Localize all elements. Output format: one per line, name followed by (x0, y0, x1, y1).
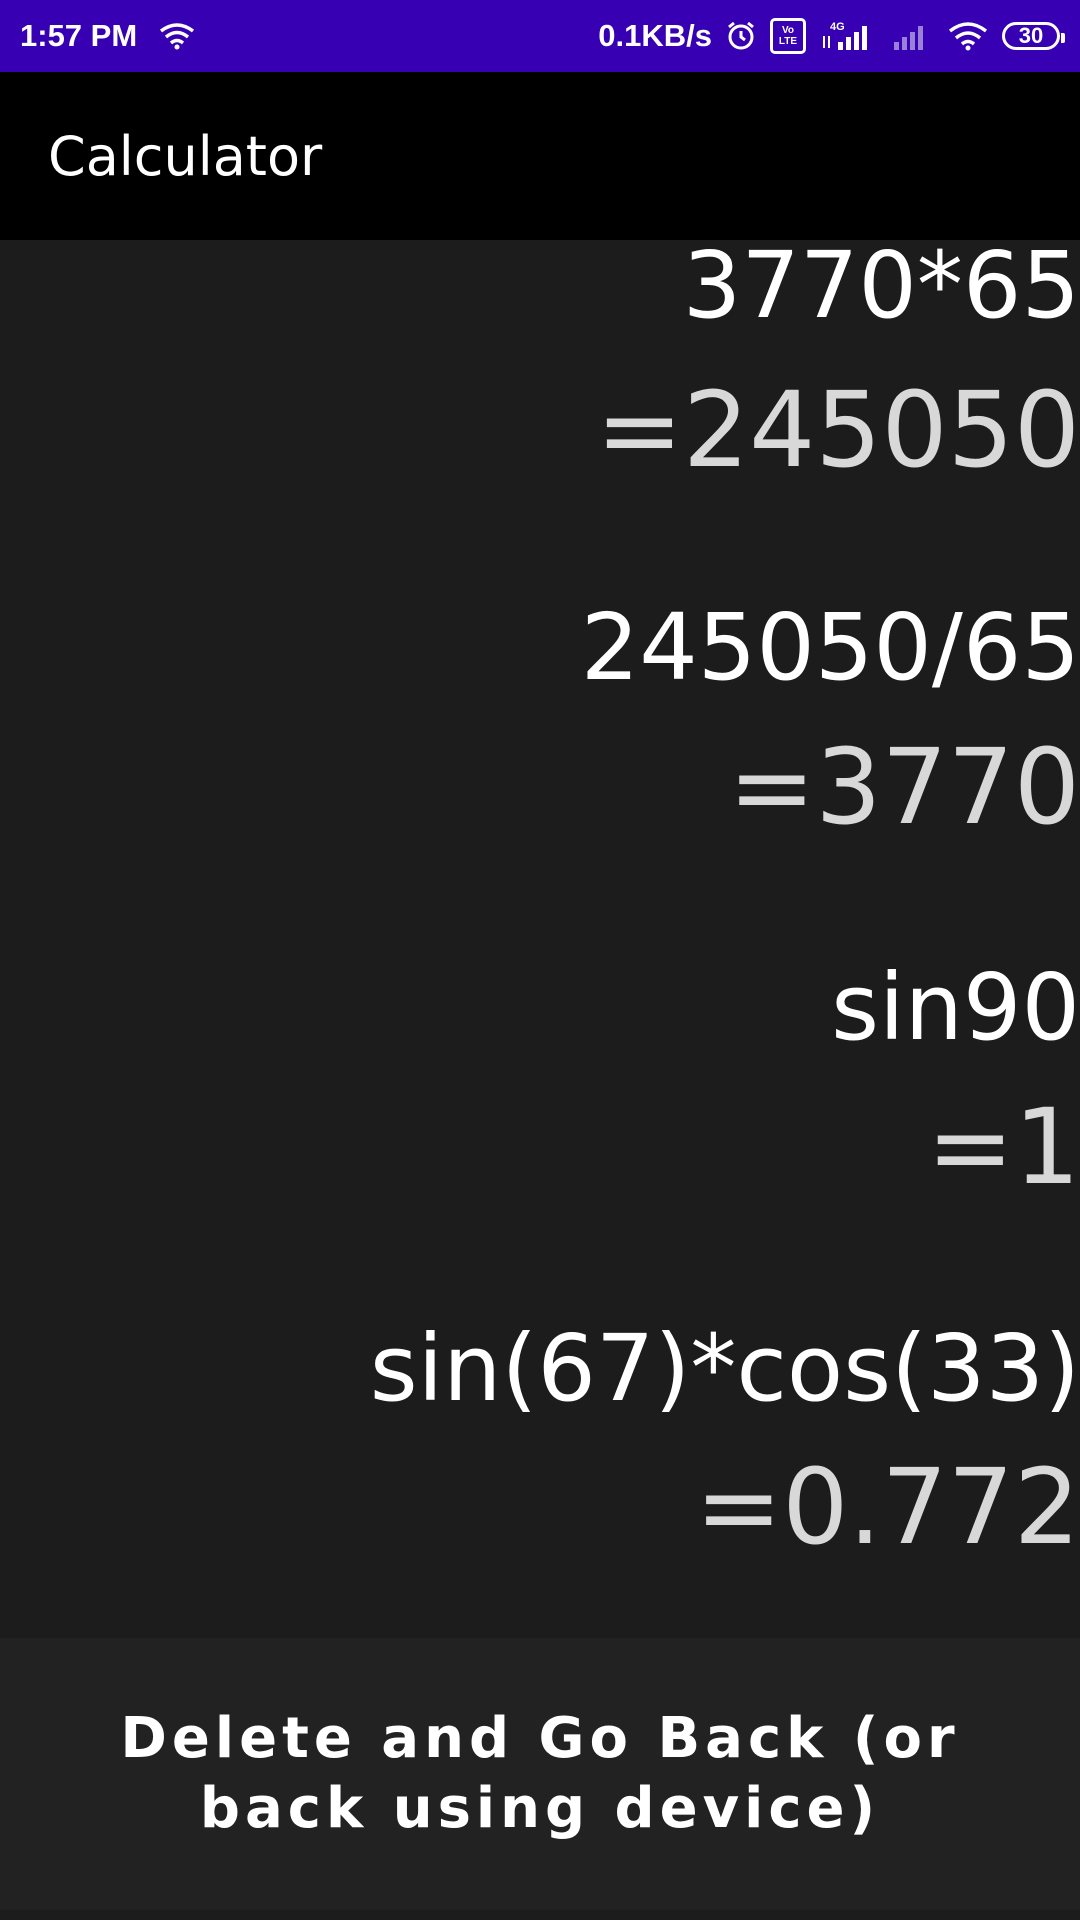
history-expression: 245050/65 (580, 594, 1080, 701)
svg-text:4G: 4G (830, 21, 845, 33)
signal-icon: 4G (820, 20, 876, 52)
net-speed: 0.1KB/s (598, 18, 712, 53)
calculation-history: 3770*65 =245050 245050/65 =3770 sin90 =1… (0, 240, 1080, 1635)
volte-icon: Vo LTE (770, 18, 806, 54)
wifi-icon (948, 21, 988, 51)
app-bar: Calculator (0, 72, 1080, 240)
history-result: =3770 (728, 726, 1080, 848)
battery-level: 30 (1018, 23, 1044, 48)
signal-weak-icon (890, 20, 934, 52)
status-bar: 1:57 PM 0.1KB/s Vo LTE 4G 30 (0, 0, 1080, 72)
history-result: =245050 (595, 369, 1080, 491)
alarm-icon (726, 21, 756, 51)
delete-back-button[interactable]: Delete and Go Back (or back using device… (0, 1638, 1080, 1910)
history-result: =0.772 (695, 1446, 1080, 1568)
history-expression: sin90 (831, 954, 1080, 1061)
status-time: 1:57 PM (20, 18, 138, 53)
battery-icon: 30 (1002, 22, 1065, 50)
history-expression: 3770*65 (682, 240, 1080, 339)
history-result: =1 (926, 1086, 1080, 1208)
app-title: Calculator (48, 124, 323, 188)
wifi-icon (159, 22, 195, 50)
delete-back-label: Delete and Go Back (or back using device… (120, 1706, 960, 1841)
history-expression: sin(67)*cos(33) (369, 1315, 1080, 1422)
